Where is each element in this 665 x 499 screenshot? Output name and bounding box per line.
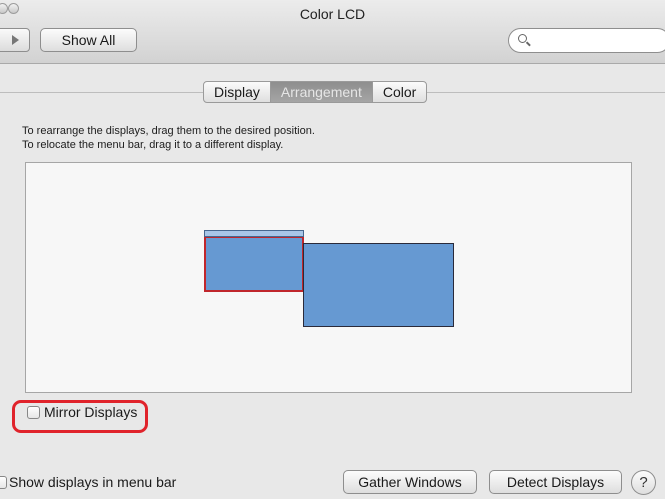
menu-bar-indicator[interactable] [204, 230, 304, 237]
instruction-menu-bar: To relocate the menu bar, drag it to a d… [22, 139, 284, 151]
forward-arrow-icon [12, 35, 19, 45]
instruction-rearrange: To rearrange the displays, drag them to … [22, 125, 315, 137]
detect-displays-button[interactable]: Detect Displays [489, 470, 622, 494]
gather-windows-button[interactable]: Gather Windows [343, 470, 477, 494]
tab-arrangement[interactable]: Arrangement [269, 82, 372, 102]
tab-bar: Display Arrangement Color [203, 81, 428, 103]
search-field[interactable] [508, 28, 665, 53]
window-titlebar: Color LCD Show All [0, 0, 665, 64]
primary-display[interactable] [204, 236, 304, 292]
tab-color[interactable]: Color [371, 82, 426, 102]
mirror-displays-highlight [12, 400, 148, 433]
show-displays-in-menu-bar-checkbox[interactable] [0, 476, 7, 489]
forward-button[interactable] [0, 28, 30, 52]
help-button[interactable]: ? [631, 470, 656, 495]
tab-display[interactable]: Display [204, 82, 270, 102]
show-displays-in-menu-bar-label[interactable]: Show displays in menu bar [9, 474, 176, 490]
secondary-display[interactable] [303, 243, 454, 327]
show-all-button[interactable]: Show All [40, 28, 137, 52]
help-icon: ? [639, 474, 648, 491]
search-icon-handle [526, 41, 531, 47]
window-title: Color LCD [299, 6, 366, 22]
